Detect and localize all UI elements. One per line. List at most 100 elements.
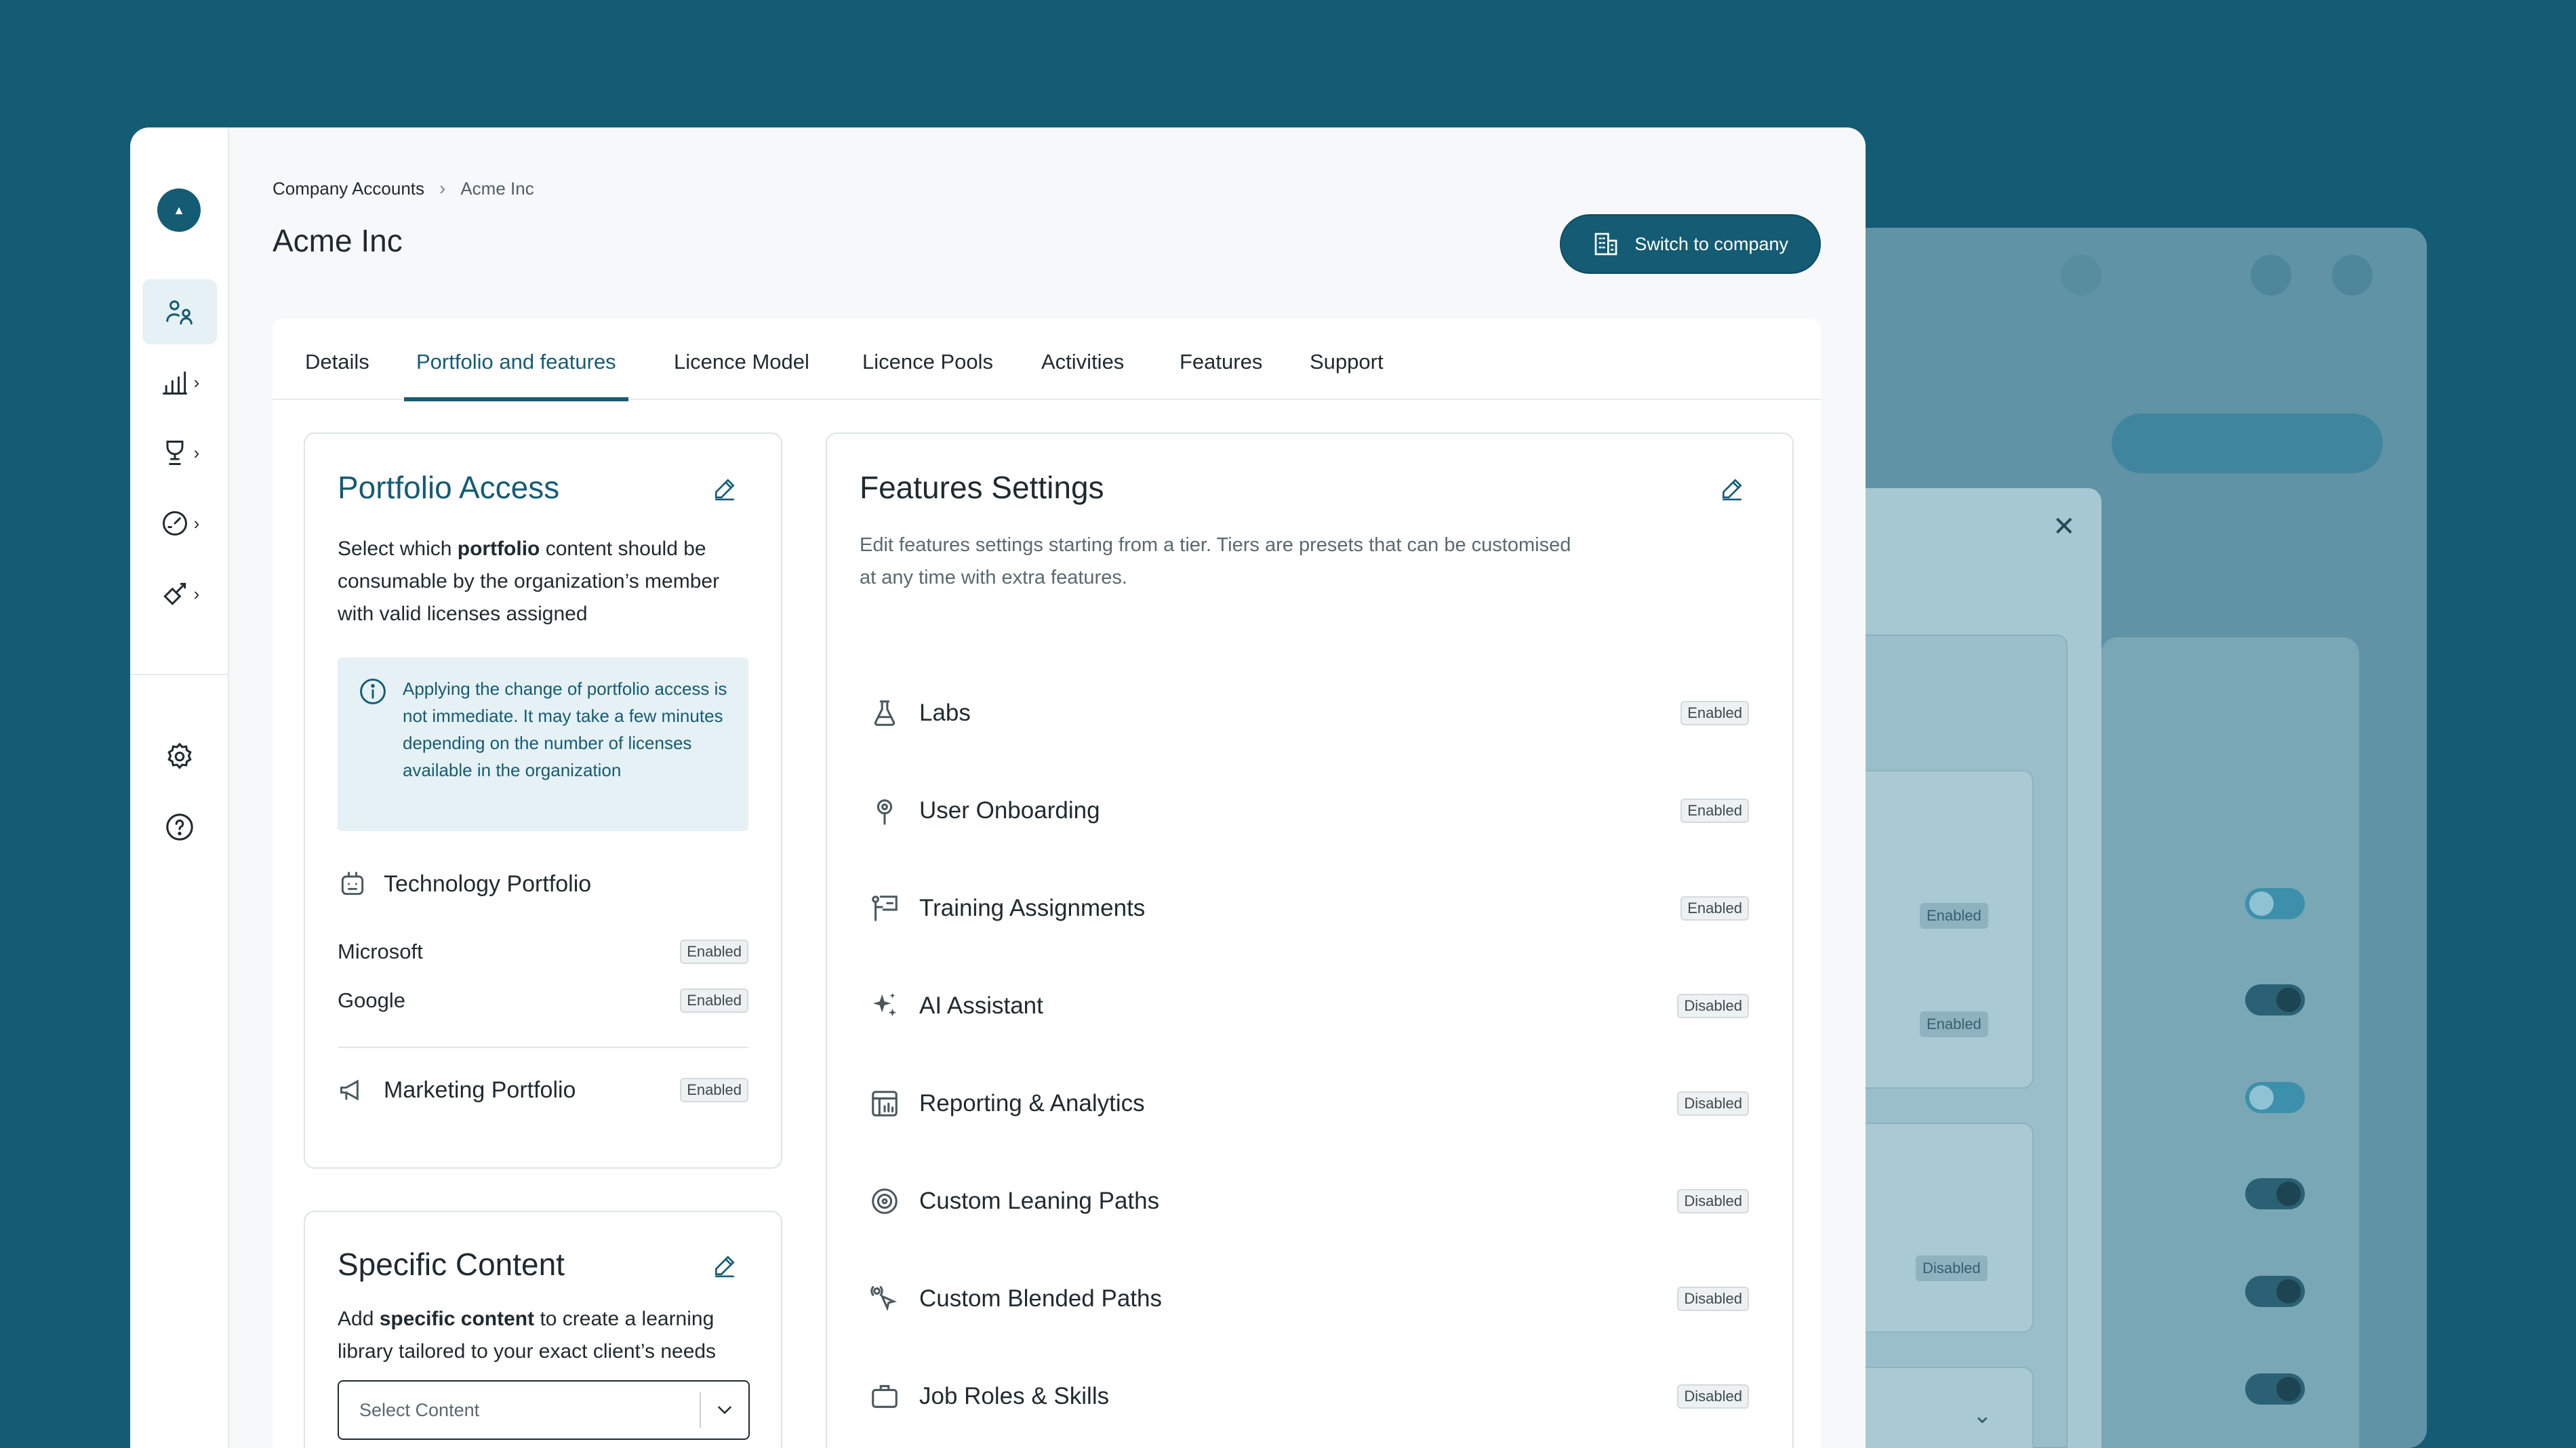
- marketing-portfolio-heading: Marketing Portfolio: [338, 1075, 576, 1105]
- page-title: Acme Inc: [273, 223, 403, 258]
- status-badge: Disabled: [1677, 1091, 1749, 1116]
- building-icon: [1595, 233, 1617, 256]
- tab-activities[interactable]: Activities: [1041, 319, 1124, 400]
- features-settings-card: Features Settings Edit features settings…: [826, 433, 1794, 1448]
- map-pin-icon: [877, 799, 893, 825]
- bg-avatar: [2061, 255, 2101, 296]
- chevron-right-icon: ›: [193, 371, 200, 393]
- portfolio-access-card: Portfolio Access Select which portfolio …: [304, 433, 782, 1169]
- sidebar-item-trophy[interactable]: ›: [142, 420, 217, 485]
- feature-row-ai-assistant: AI Assistant Disabled: [869, 986, 1749, 1026]
- bg-status-badge: Disabled: [1916, 1255, 1988, 1281]
- feature-row-job-roles-skills: Job Roles & Skills Disabled: [869, 1376, 1749, 1417]
- switch-to-company-button[interactable]: Switch to company: [1560, 214, 1821, 274]
- bg-status-badge: Enabled: [1920, 903, 1988, 929]
- analytics-icon: [162, 371, 187, 395]
- chevron-down-icon: [701, 1399, 748, 1422]
- info-icon: [358, 677, 388, 710]
- tabs-card: Details Portfolio and features Licence M…: [273, 319, 1821, 1448]
- chevron-right-icon: ›: [439, 178, 446, 199]
- status-badge: Enabled: [1681, 701, 1749, 725]
- presentation-icon: [872, 896, 898, 921]
- sidebar-item-analytics[interactable]: ›: [142, 350, 217, 415]
- status-badge: Disabled: [1677, 994, 1749, 1018]
- portfolio-name: Microsoft: [338, 940, 423, 963]
- status-badge: Enabled: [680, 1078, 748, 1102]
- select-content-dropdown[interactable]: Select Content: [338, 1380, 750, 1440]
- technology-portfolio-label: Technology Portfolio: [384, 870, 592, 897]
- background-toggle-column: [2101, 637, 2359, 1448]
- sidebar: ▲ › › › ›: [130, 127, 229, 1448]
- feature-row-custom-blended-paths: Custom Blended Paths Disabled: [869, 1279, 1749, 1319]
- users-icon: [166, 300, 193, 325]
- bg-toggle: [2245, 1082, 2305, 1113]
- feature-row-custom-leaning-paths: Custom Leaning Paths Disabled: [869, 1181, 1749, 1222]
- bg-close-icon: ✕: [2053, 512, 2076, 542]
- feature-name: Custom Leaning Paths: [919, 1188, 1160, 1214]
- info-text: Applying the change of portfolio access …: [403, 679, 727, 780]
- gauge-icon: [162, 511, 187, 536]
- feature-name: Labs: [919, 700, 971, 726]
- bg-toggle: [2245, 888, 2305, 919]
- portfolio-access-title: Portfolio Access: [338, 470, 560, 505]
- feature-row-training-assignments: Training Assignments Enabled: [869, 888, 1749, 929]
- feature-name: AI Assistant: [919, 992, 1043, 1019]
- feature-name: Reporting & Analytics: [919, 1090, 1145, 1117]
- breadcrumb-link[interactable]: Company Accounts: [273, 178, 424, 199]
- sidebar-item-users[interactable]: [142, 279, 217, 344]
- feature-row-labs: Labs Enabled: [869, 693, 1749, 733]
- features-settings-description: Edit features settings starting from a t…: [860, 534, 1571, 588]
- sidebar-item-tools[interactable]: ›: [142, 561, 217, 626]
- status-badge: Enabled: [680, 940, 748, 964]
- portfolio-row: Google Enabled: [338, 988, 748, 1013]
- report-icon: [872, 1091, 898, 1117]
- gear-icon: [167, 742, 192, 769]
- specific-content-description: Add specific content to create a learnin…: [338, 1308, 717, 1363]
- select-content-placeholder: Select Content: [359, 1399, 480, 1420]
- bg-toggle: [2245, 1276, 2305, 1307]
- logo[interactable]: ▲: [157, 188, 201, 232]
- technology-portfolio-heading: Technology Portfolio: [338, 869, 591, 899]
- switch-to-company-label: Switch to company: [1634, 233, 1788, 254]
- portfolio-name: Google: [338, 988, 405, 1012]
- edit-icon[interactable]: [1719, 476, 1745, 505]
- feature-row-reporting-analytics: Reporting & Analytics Disabled: [869, 1083, 1749, 1124]
- portfolio-row: Microsoft Enabled: [338, 940, 748, 964]
- bg-cart-icon: [2332, 255, 2373, 296]
- edit-icon[interactable]: [712, 476, 738, 505]
- tab-support[interactable]: Support: [1310, 319, 1384, 400]
- sidebar-item-help[interactable]: [142, 795, 217, 860]
- megaphone-icon: [340, 1079, 359, 1101]
- feature-name: Job Roles & Skills: [919, 1383, 1110, 1409]
- trophy-icon: [166, 441, 184, 465]
- tools-icon: [163, 582, 186, 605]
- feature-row-user-onboarding: User Onboarding Enabled: [869, 790, 1749, 831]
- bg-switch-button: [2112, 414, 2383, 473]
- bg-status-badge: Enabled: [1920, 1011, 1988, 1037]
- specific-content-card: Specific Content Add specific content to…: [304, 1211, 782, 1448]
- tab-licence-pools[interactable]: Licence Pools: [862, 319, 993, 400]
- tab-licence-model[interactable]: Licence Model: [674, 319, 809, 400]
- sidebar-item-gauge[interactable]: ›: [142, 491, 217, 556]
- tab-details[interactable]: Details: [305, 319, 369, 400]
- status-badge: Enabled: [1681, 799, 1749, 823]
- flask-icon: [874, 700, 895, 726]
- tab-portfolio-and-features[interactable]: Portfolio and features: [404, 319, 628, 401]
- target-icon: [872, 1188, 898, 1214]
- main-window: ▲ › › › › Company Accounts › Acme Inc Ac…: [130, 127, 1866, 1448]
- feature-name: Custom Blended Paths: [919, 1285, 1162, 1312]
- edit-icon[interactable]: [712, 1253, 738, 1282]
- bg-toggle: [2245, 1178, 2305, 1209]
- status-badge: Enabled: [680, 988, 748, 1013]
- tab-bar: Details Portfolio and features Licence M…: [273, 319, 1821, 401]
- status-badge: Disabled: [1677, 1189, 1749, 1213]
- feature-name: Training Assignments: [919, 895, 1146, 921]
- bg-chevron-down-icon: ⌄: [1973, 1403, 1992, 1428]
- feature-name: User Onboarding: [919, 797, 1100, 824]
- portfolio-access-description: Select which portfolio content should be…: [338, 538, 720, 625]
- specific-content-title: Specific Content: [338, 1247, 565, 1282]
- sidebar-item-settings[interactable]: [142, 724, 217, 789]
- tab-features[interactable]: Features: [1180, 319, 1262, 400]
- blended-icon: [870, 1286, 898, 1312]
- features-settings-title: Features Settings: [860, 470, 1104, 505]
